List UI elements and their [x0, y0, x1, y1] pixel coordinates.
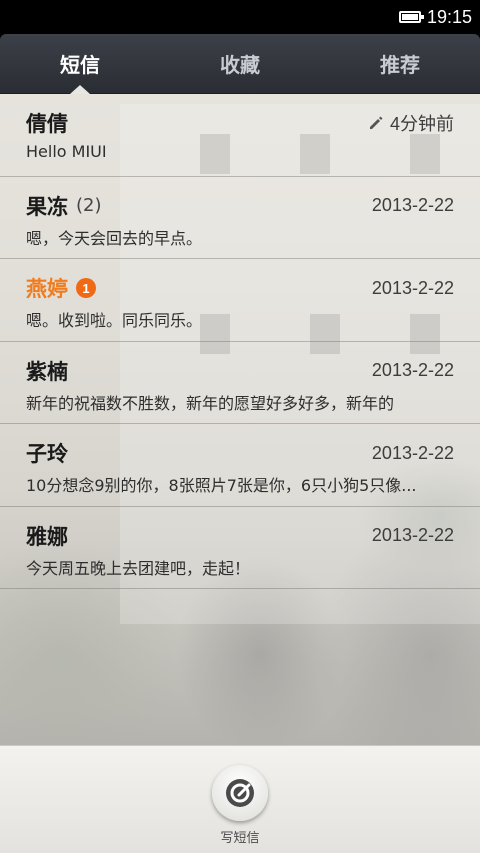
- tab-messages[interactable]: 短信: [0, 34, 160, 94]
- message-preview: 嗯，今天会回去的早点。: [26, 228, 203, 248]
- sender-label: 紫楠: [26, 359, 68, 384]
- message-time: 2013-2-22: [372, 443, 454, 464]
- status-time: 19:15: [426, 6, 472, 27]
- conversation-item[interactable]: 倩倩 4分钟前 Hello MIUI: [0, 94, 480, 177]
- tab-favorites[interactable]: 收藏: [160, 34, 320, 93]
- message-time: 2013-2-22: [372, 195, 454, 216]
- bottom-action-bar: 写短信: [0, 745, 480, 853]
- tab-label: 收藏: [220, 53, 260, 77]
- status-bar: 19:15: [0, 0, 480, 34]
- message-preview: Hello MIUI: [26, 142, 107, 161]
- sender-name: 果冻 (2): [26, 191, 102, 221]
- sender-name: 雅娜: [26, 521, 68, 551]
- conversation-item[interactable]: 雅娜 2013-2-22 今天周五晚上去团建吧，走起！: [0, 507, 480, 589]
- conversation-item[interactable]: 燕婷 1 2013-2-22 嗯。收到啦。同乐同乐。: [0, 259, 480, 342]
- time-label: 2013-2-22: [371, 277, 454, 298]
- message-time: 2013-2-22: [372, 278, 454, 299]
- message-time: 2013-2-22: [372, 525, 454, 546]
- sender-name: 子玲: [26, 438, 68, 468]
- tab-label: 推荐: [380, 53, 420, 77]
- conversation-item[interactable]: 果冻 (2) 2013-2-22 嗯，今天会回去的早点。: [0, 177, 480, 259]
- conversation-item[interactable]: 子玲 2013-2-22 10分想念9别的你，8张照片7张是你，6只小狗5只像.…: [0, 424, 480, 507]
- compose-icon: [226, 779, 254, 807]
- sender-label: 果冻: [26, 194, 68, 219]
- tab-recommended[interactable]: 推荐: [320, 34, 480, 93]
- sender-name: 燕婷 1: [26, 273, 96, 303]
- message-time: 4分钟前: [368, 110, 454, 136]
- time-label: 2013-2-22: [371, 442, 454, 463]
- tab-bar: 短信 收藏 推荐: [0, 34, 480, 94]
- messaging-app: 短信 收藏 推荐 倩倩 4分钟前 Hello MIUI 果冻 (2) 2013-…: [0, 34, 480, 853]
- message-list: 倩倩 4分钟前 Hello MIUI 果冻 (2) 2013-2-22 嗯，今天…: [0, 94, 480, 745]
- time-label: 2013-2-22: [371, 195, 454, 215]
- message-preview: 10分想念9别的你，8张照片7张是你，6只小狗5只像...: [26, 476, 417, 495]
- compose-label: 写短信: [220, 831, 260, 846]
- sender-name: 倩倩: [26, 108, 68, 138]
- conversation-item[interactable]: 紫楠 2013-2-22 新年的祝福数不胜数，新年的愿望好多好多，新年的: [0, 342, 480, 424]
- compose-button[interactable]: [212, 765, 268, 821]
- active-tab-indicator: [70, 85, 90, 94]
- draft-pencil-icon: [369, 116, 383, 129]
- sender-label: 子玲: [26, 442, 68, 466]
- sender-label: 雅娜: [26, 524, 68, 549]
- message-preview: 今天周五晚上去团建吧，走起！: [26, 558, 251, 578]
- message-count: (2): [76, 195, 102, 216]
- sender-name: 紫楠: [26, 356, 68, 386]
- message-preview: 嗯。收到啦。同乐同乐。: [26, 311, 203, 330]
- sender-label: 倩倩: [26, 112, 68, 136]
- time-label: 4分钟前: [389, 114, 454, 134]
- message-preview: 新年的祝福数不胜数，新年的愿望好多好多，新年的: [26, 393, 395, 413]
- unread-badge: 1: [76, 278, 96, 298]
- battery-icon: [398, 11, 424, 23]
- time-label: 2013-2-22: [371, 360, 454, 380]
- message-time: 2013-2-22: [372, 360, 454, 381]
- tab-label: 短信: [60, 53, 100, 77]
- time-label: 2013-2-22: [371, 525, 454, 545]
- sender-label: 燕婷: [26, 277, 68, 301]
